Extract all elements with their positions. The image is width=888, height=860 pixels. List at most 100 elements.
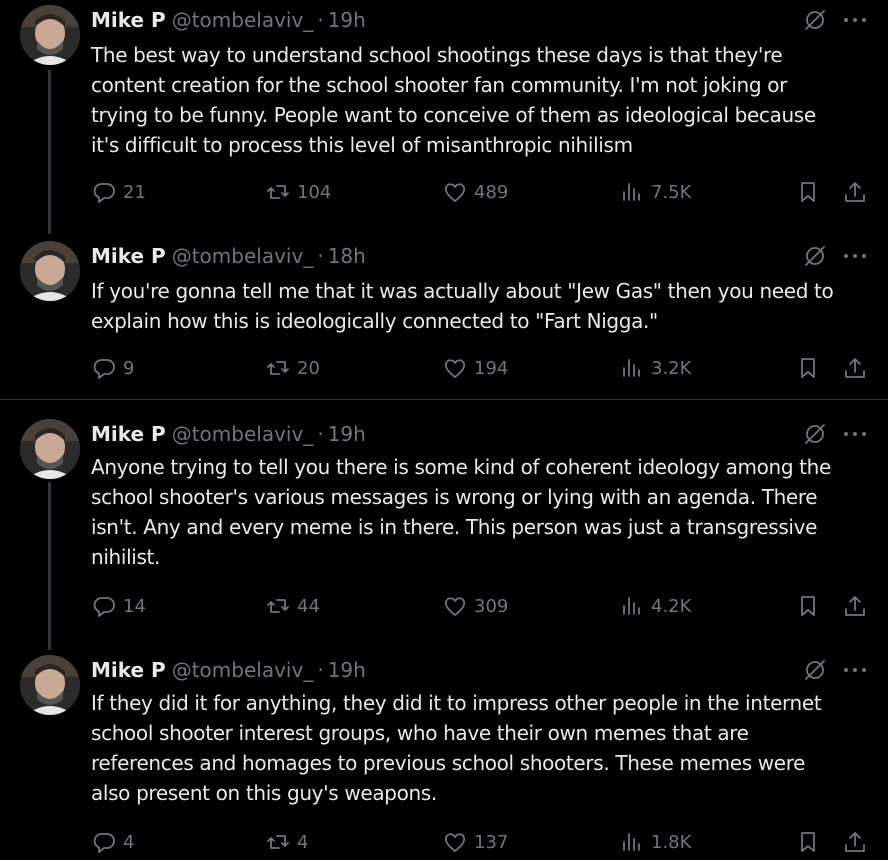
avatar[interactable] xyxy=(20,5,80,65)
share-button[interactable] xyxy=(842,354,874,382)
reply-button[interactable]: 9 xyxy=(91,354,134,382)
repost-button[interactable]: 104 xyxy=(265,178,331,206)
thread-connector xyxy=(48,482,51,650)
separator-dot: · xyxy=(317,8,324,32)
repost-count: 104 xyxy=(297,181,332,203)
avatar[interactable] xyxy=(20,419,80,479)
view-count: 4.2K xyxy=(651,595,692,617)
tweet-text: If you're gonna tell me that it was actu… xyxy=(91,279,834,333)
like-count: 489 xyxy=(474,181,509,203)
reply-button[interactable]: 4 xyxy=(91,828,134,856)
view-count: 3.2K xyxy=(651,357,692,379)
repost-icon xyxy=(267,361,289,375)
heart-icon xyxy=(444,359,466,378)
more-icon[interactable] xyxy=(844,667,866,673)
author-name[interactable]: Mike P xyxy=(91,244,166,268)
reply-count: 9 xyxy=(123,357,135,379)
like-count: 194 xyxy=(474,357,509,379)
reply-count: 21 xyxy=(123,181,146,203)
grok-icon[interactable] xyxy=(802,421,828,447)
thread-divider xyxy=(0,399,888,400)
repost-count: 44 xyxy=(297,595,320,617)
bookmark-button[interactable] xyxy=(795,828,827,856)
reply-icon xyxy=(93,833,115,853)
author-handle[interactable]: @tombelaviv_ xyxy=(172,244,314,268)
repost-icon xyxy=(267,185,289,199)
views-icon xyxy=(623,183,640,201)
separator-dot: · xyxy=(317,422,324,446)
like-button[interactable]: 137 xyxy=(442,828,508,856)
author-handle[interactable]: @tombelaviv_ xyxy=(172,8,314,32)
author-name[interactable]: Mike P xyxy=(91,658,166,682)
repost-button[interactable]: 20 xyxy=(265,354,320,382)
grok-icon[interactable] xyxy=(802,243,828,269)
timestamp[interactable]: 19h xyxy=(328,8,366,32)
bookmark-icon xyxy=(801,182,815,202)
like-button[interactable]: 309 xyxy=(442,592,508,620)
share-icon xyxy=(845,182,865,202)
bookmark-button[interactable] xyxy=(795,354,827,382)
bookmark-button[interactable] xyxy=(795,178,827,206)
author-name[interactable]: Mike P xyxy=(91,8,166,32)
reply-button[interactable]: 21 xyxy=(91,178,146,206)
tweet-text: Anyone trying to tell you there is some … xyxy=(91,455,831,569)
avatar[interactable] xyxy=(20,241,80,301)
repost-icon xyxy=(267,599,289,613)
repost-count: 4 xyxy=(297,831,309,853)
timestamp[interactable]: 18h xyxy=(328,244,366,268)
views-button[interactable]: 7.5K xyxy=(619,178,691,206)
heart-icon xyxy=(444,833,466,852)
more-icon[interactable] xyxy=(844,253,866,259)
reply-count: 14 xyxy=(123,595,146,617)
repost-icon xyxy=(267,835,289,849)
repost-button[interactable]: 4 xyxy=(265,828,308,856)
more-icon[interactable] xyxy=(844,17,866,23)
more-icon[interactable] xyxy=(844,431,866,437)
timestamp[interactable]: 19h xyxy=(328,658,366,682)
share-button[interactable] xyxy=(842,828,874,856)
repost-button[interactable]: 44 xyxy=(265,592,320,620)
author-handle[interactable]: @tombelaviv_ xyxy=(172,422,314,446)
separator-dot: · xyxy=(317,244,324,268)
view-count: 1.8K xyxy=(651,831,692,853)
view-count: 7.5K xyxy=(651,181,692,203)
reply-icon xyxy=(93,359,115,379)
tweet-text: The best way to understand school shooti… xyxy=(91,43,816,157)
views-button[interactable]: 1.8K xyxy=(619,828,691,856)
action-bar: 4 4 137 1.8K xyxy=(91,828,871,856)
separator-dot: · xyxy=(317,658,324,682)
like-button[interactable]: 194 xyxy=(442,354,508,382)
action-bar: 14 44 309 4.2K xyxy=(91,592,871,620)
timestamp[interactable]: 19h xyxy=(328,422,366,446)
bookmark-icon xyxy=(801,358,815,378)
like-button[interactable]: 489 xyxy=(442,178,508,206)
bookmark-button[interactable] xyxy=(795,592,827,620)
repost-count: 20 xyxy=(297,357,320,379)
views-button[interactable]: 3.2K xyxy=(619,354,691,382)
share-button[interactable] xyxy=(842,592,874,620)
action-bar: 21 104 489 7.5K xyxy=(91,178,871,206)
thread-connector xyxy=(48,70,51,234)
grok-icon[interactable] xyxy=(802,657,828,683)
reply-button[interactable]: 14 xyxy=(91,592,146,620)
bookmark-icon xyxy=(801,596,815,616)
share-icon xyxy=(845,358,865,378)
views-icon xyxy=(623,597,640,615)
views-icon xyxy=(623,359,640,377)
heart-icon xyxy=(444,597,466,616)
avatar[interactable] xyxy=(20,655,80,715)
author-name[interactable]: Mike P xyxy=(91,422,166,446)
views-icon xyxy=(623,833,640,851)
action-bar: 9 20 194 3.2K xyxy=(91,354,871,382)
reply-count: 4 xyxy=(123,831,135,853)
share-icon xyxy=(845,832,865,852)
heart-icon xyxy=(444,183,466,202)
grok-icon[interactable] xyxy=(802,7,828,33)
author-handle[interactable]: @tombelaviv_ xyxy=(172,658,314,682)
bookmark-icon xyxy=(801,832,815,852)
share-button[interactable] xyxy=(842,178,874,206)
tweet-text: If they did it for anything, they did it… xyxy=(91,691,822,805)
like-count: 137 xyxy=(474,831,509,853)
share-icon xyxy=(845,596,865,616)
views-button[interactable]: 4.2K xyxy=(619,592,691,620)
